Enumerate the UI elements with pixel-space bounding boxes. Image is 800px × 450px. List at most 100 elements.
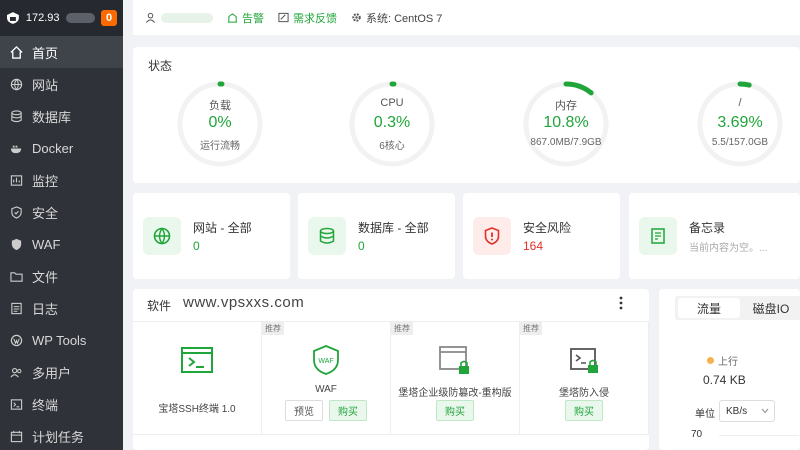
sidebar-item-wp-tools[interactable]: WP Tools: [0, 324, 123, 356]
home-icon: [10, 45, 23, 59]
globe-icon: [153, 227, 171, 245]
sidebar-item-files[interactable]: 文件: [0, 260, 123, 292]
recommend-tag: 推荐: [520, 322, 542, 335]
watermark-text: www.vpsxxs.com: [183, 294, 305, 311]
memory-gauge[interactable]: 内存 10.8% 867.0MB/7.9GB: [521, 79, 611, 169]
card-title: 备忘录: [689, 221, 726, 235]
sidebar-item-label: 监控: [32, 173, 59, 189]
gauge-label: CPU: [380, 97, 404, 109]
sidebar-item-label: 安全: [32, 205, 59, 221]
memo-preview: 当前内容为空。...: [689, 243, 768, 254]
preview-button[interactable]: 预览: [285, 400, 323, 421]
sidebar-item-cron[interactable]: 计划任务: [0, 420, 123, 450]
load-gauge[interactable]: 负载 0% 运行流畅: [175, 79, 265, 169]
waf-shield-icon: [11, 238, 22, 250]
software-item-intrusion[interactable]: 推荐 堡塔防入侵 购买: [520, 322, 649, 435]
software-item-waf[interactable]: 推荐 WAF WAF 预览 购买: [262, 322, 391, 435]
software-name: 堡塔防入侵: [559, 388, 609, 399]
sidebar-item-label: WAF: [32, 236, 61, 252]
traffic-panel: 流量 磁盘IO 上行 0.74 KB 单位 KB/s 70: [659, 289, 800, 450]
unit-select[interactable]: KB/s: [719, 400, 775, 422]
waf-shield-icon: WAF: [313, 345, 339, 375]
sidebar: 172.93 0 首页 网站 数据库 Docker 监控 安全 WAF 文件 日…: [0, 0, 123, 450]
buy-button[interactable]: 购买: [436, 400, 474, 421]
software-title: 软件: [147, 299, 172, 313]
alarm-icon: [227, 13, 238, 23]
alarm-link[interactable]: 告警: [227, 10, 264, 26]
warning-shield-icon: [484, 227, 500, 245]
software-name: WAF: [315, 384, 337, 395]
sidebar-header: 172.93 0: [0, 0, 123, 36]
gauge-sub: 6核心: [379, 141, 405, 152]
card-icon: [639, 217, 677, 255]
sidebar-item-label: 数据库: [32, 109, 72, 125]
unit-label: 单位: [695, 409, 715, 420]
shield-icon: [11, 205, 22, 219]
sidebar-item-site[interactable]: 网站: [0, 68, 123, 100]
software-item-ssh[interactable]: 宝塔SSH终端 1.0: [133, 322, 262, 435]
feedback-link[interactable]: 需求反馈: [278, 10, 337, 26]
security-risk-card[interactable]: 安全风险 164: [463, 193, 620, 279]
upload-legend: 上行: [707, 353, 738, 368]
sidebar-item-logs[interactable]: 日志: [0, 292, 123, 324]
software-actions: 购买: [520, 400, 648, 421]
svg-text:WAF: WAF: [318, 358, 333, 365]
user-info[interactable]: [145, 12, 213, 23]
software-grid: 宝塔SSH终端 1.0 推荐 WAF WAF 预览 购买 推荐 堡塔企业级防篡改…: [133, 321, 649, 450]
gauge-label: 负载: [209, 100, 231, 112]
chart-axis-label: 70: [691, 429, 703, 440]
software-name: 堡塔企业级防篡改-重构版: [398, 388, 512, 399]
tab-disk-io[interactable]: 磁盘IO: [740, 298, 800, 318]
card-value[interactable]: 164: [523, 239, 543, 253]
sidebar-item-label: 文件: [32, 269, 59, 285]
card-icon: [473, 217, 511, 255]
cpu-gauge[interactable]: CPU 0.3% 6核心: [347, 79, 437, 169]
sidebar-item-label: 日志: [32, 301, 59, 317]
website-card[interactable]: 网站 - 全部 0: [133, 193, 290, 279]
sidebar-item-database[interactable]: 数据库: [0, 100, 123, 132]
gauge-label: /: [738, 97, 742, 109]
card-value[interactable]: 0: [358, 239, 365, 253]
memo-card[interactable]: 备忘录 当前内容为空。...: [629, 193, 800, 279]
sidebar-item-docker[interactable]: Docker: [0, 132, 123, 164]
card-icon: [308, 217, 346, 255]
globe-icon: [10, 78, 23, 90]
gauge-label: 内存: [555, 100, 577, 112]
status-title: 状态: [148, 59, 173, 73]
alarm-label: 告警: [242, 12, 264, 25]
software-item-tamper-proof[interactable]: 推荐 堡塔企业级防篡改-重构版 购买: [391, 322, 520, 435]
unit-value: KB/s: [726, 405, 748, 417]
card-value[interactable]: 0: [193, 239, 200, 253]
system-label: 系统: CentOS 7: [366, 12, 443, 25]
feedback-icon: [278, 12, 289, 23]
user-icon: [145, 12, 156, 23]
memo-icon: [651, 228, 665, 244]
card-title: 网站 - 全部: [193, 221, 252, 235]
disk-gauge[interactable]: / 3.69% 5.5/157.0GB: [695, 79, 785, 169]
sidebar-item-users[interactable]: 多用户: [0, 356, 123, 388]
sidebar-item-label: 首页: [32, 45, 59, 61]
software-panel: 软件 www.vpsxxs.com 宝塔SSH终端 1.0 推荐 WAF WAF…: [133, 289, 649, 450]
sidebar-item-waf[interactable]: WAF: [0, 228, 123, 260]
terminal-icon: [10, 398, 23, 410]
gauge-value: 10.8%: [543, 114, 589, 131]
sidebar-item-terminal[interactable]: 终端: [0, 388, 123, 420]
sidebar-item-home[interactable]: 首页: [0, 36, 123, 68]
database-card[interactable]: 数据库 - 全部 0: [298, 193, 455, 279]
locked-terminal-icon: [570, 348, 598, 373]
terminal-icon: [181, 347, 213, 373]
buy-button[interactable]: 购买: [329, 400, 367, 421]
card-title: 数据库 - 全部: [358, 221, 429, 235]
log-icon: [11, 302, 22, 314]
more-vertical-icon[interactable]: [619, 296, 623, 310]
tab-traffic[interactable]: 流量: [678, 298, 740, 318]
sidebar-item-security[interactable]: 安全: [0, 196, 123, 228]
buy-button[interactable]: 购买: [565, 400, 603, 421]
software-actions: 购买: [391, 400, 519, 421]
status-panel: 状态 负载 0% 运行流畅 CPU 0.3% 6核心 内存 10.8% 867.…: [133, 47, 800, 183]
software-actions: 预览 购买: [262, 400, 390, 421]
sidebar-item-label: WP Tools: [32, 332, 87, 348]
notification-badge[interactable]: 0: [101, 10, 117, 26]
chevron-down-icon: [761, 408, 769, 414]
sidebar-item-monitor[interactable]: 监控: [0, 164, 123, 196]
